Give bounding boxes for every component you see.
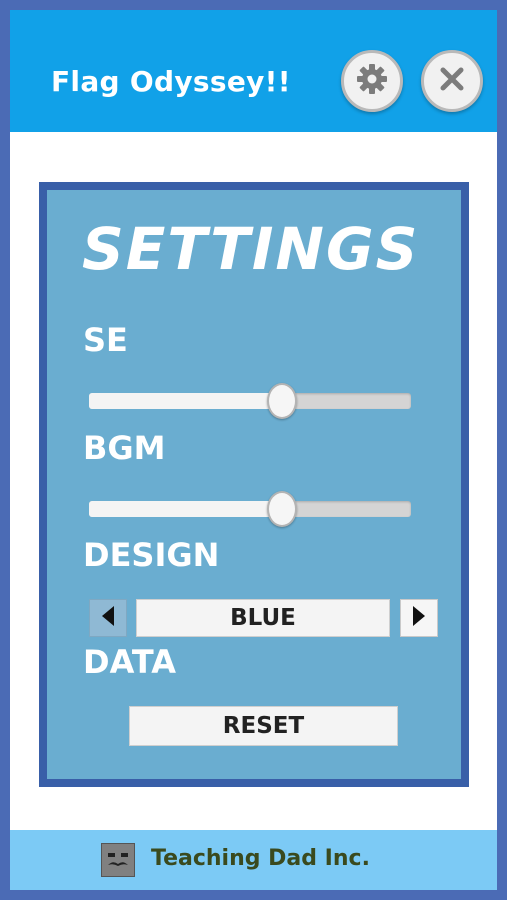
close-icon (437, 64, 467, 98)
settings-button[interactable] (341, 50, 403, 112)
data-label: DATA (83, 643, 176, 681)
bgm-slider[interactable] (89, 491, 411, 527)
se-slider[interactable] (89, 383, 411, 419)
design-label: DESIGN (83, 536, 220, 574)
se-label: SE (83, 321, 128, 359)
se-slider-fill (89, 393, 283, 409)
company-name: Teaching Dad Inc. (151, 846, 370, 871)
settings-title: SETTINGS (82, 215, 420, 283)
close-button[interactable] (421, 50, 483, 112)
bgm-slider-fill (89, 501, 283, 517)
footer-bar: Teaching Dad Inc. (10, 830, 497, 890)
app-frame: Flag Odyssey!! SETTINGS SE BGM DESIGN BL… (10, 10, 497, 890)
triangle-right-icon (411, 605, 427, 631)
mustache-face-icon (101, 843, 135, 877)
reset-button[interactable]: RESET (129, 706, 398, 746)
triangle-left-icon (100, 605, 116, 631)
settings-panel-body: SETTINGS SE BGM DESIGN BLUE DATA RESET (47, 190, 461, 779)
design-value: BLUE (136, 599, 390, 637)
bgm-slider-knob[interactable] (267, 491, 298, 527)
settings-panel: SETTINGS SE BGM DESIGN BLUE DATA RESET (39, 182, 469, 787)
design-next-button[interactable] (400, 599, 438, 637)
design-prev-button[interactable] (89, 599, 127, 637)
header-bar: Flag Odyssey!! (10, 10, 497, 132)
gear-icon (355, 62, 389, 100)
bgm-label: BGM (83, 429, 166, 467)
app-title: Flag Odyssey!! (51, 65, 291, 98)
se-slider-knob[interactable] (267, 383, 298, 419)
